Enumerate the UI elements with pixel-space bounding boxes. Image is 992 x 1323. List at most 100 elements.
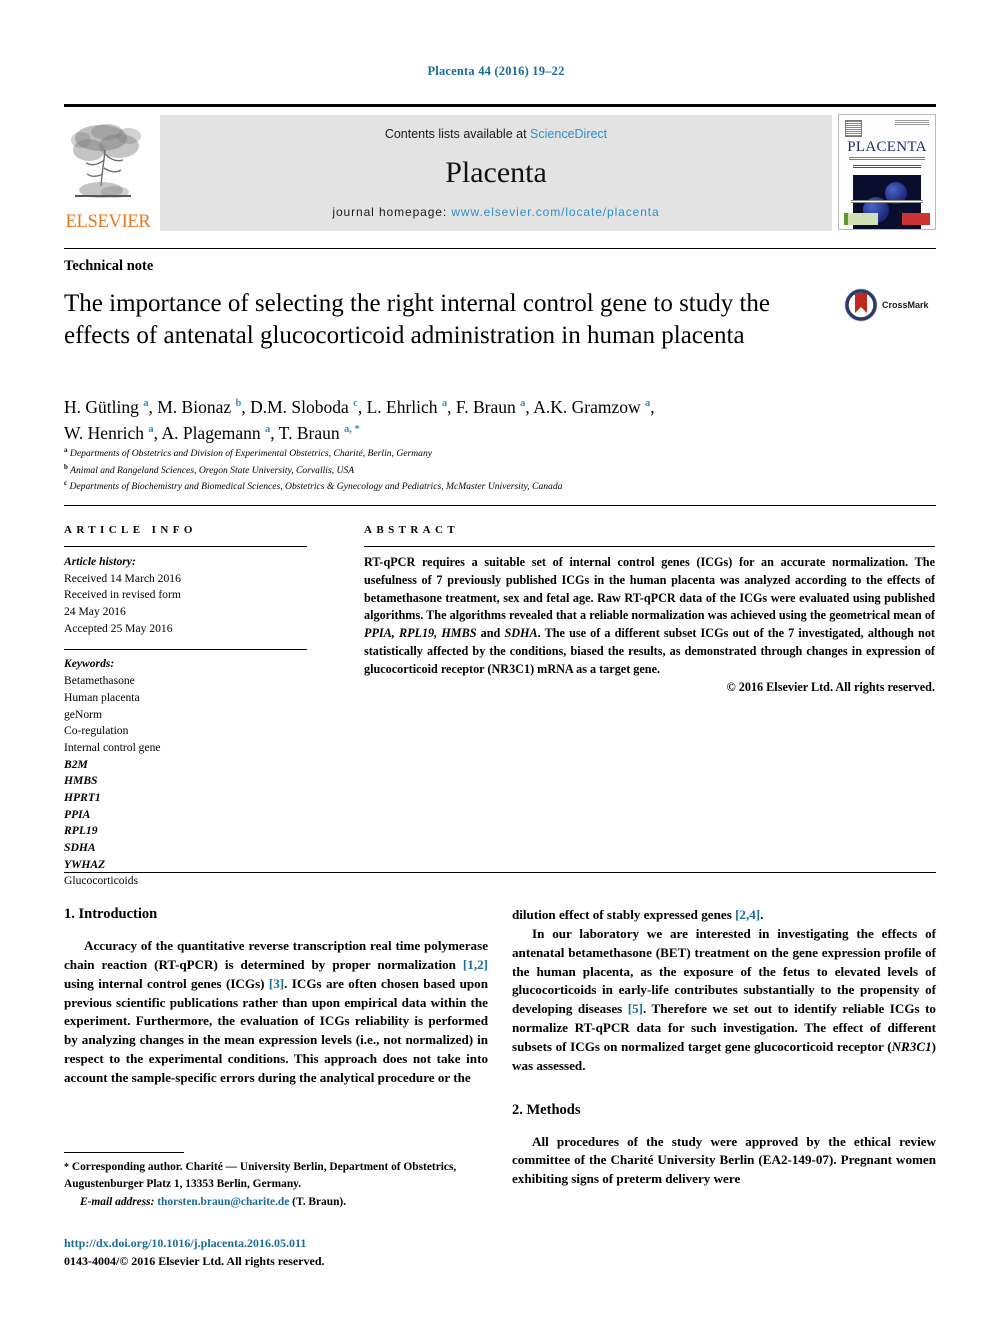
citation-link[interactable]: [2,4] <box>735 907 760 922</box>
cover-logo-left <box>844 213 878 225</box>
homepage-prefix: journal homepage: <box>332 205 448 219</box>
author-name: M. Bionaz <box>157 397 236 417</box>
title-divider <box>64 248 936 249</box>
paper-page: Placenta 44 (2016) 19–22 ELSEVIER Conten… <box>0 0 992 1323</box>
author-name: D.M. Sloboda <box>250 397 354 417</box>
running-head: Placenta 44 (2016) 19–22 <box>427 64 565 78</box>
author-line-1: H. Gütling a, M. Bionaz b, D.M. Sloboda … <box>64 397 655 417</box>
keyword-item: B2M <box>64 757 88 771</box>
author-name: L. Ehrlich <box>366 397 442 417</box>
intro-paragraph-1-continued: dilution effect of stably expressed gene… <box>512 906 936 925</box>
abstract-text: RT-qPCR requires a suitable set of inter… <box>364 554 935 678</box>
abstract-part-2: and <box>476 626 505 640</box>
author-affiliation-marker: b <box>235 398 242 410</box>
email-note: E-mail address: thorsten.braun@charite.d… <box>64 1194 488 1211</box>
intro-p1-a: Accuracy of the quantitative reverse tra… <box>64 938 488 972</box>
keywords-head: Keywords: <box>64 657 115 671</box>
article-history-item: Received in revised form <box>64 588 181 602</box>
abstract-divider <box>64 505 936 506</box>
keyword-item: Betamethasone <box>64 674 135 688</box>
abstract-genes-1: PPIA, RPL19, HMBS <box>364 626 477 640</box>
cover-footer <box>844 213 930 225</box>
journal-masthead: ELSEVIER Contents lists available at Sci… <box>64 104 936 233</box>
keywords-list: Betamethasone Human placenta geNorm Co-regu… <box>64 673 307 890</box>
section-heading-introduction: 1. Introduction <box>64 906 158 922</box>
author-affiliation-marker: a <box>264 424 271 436</box>
citation-link[interactable]: [1,2] <box>463 957 488 972</box>
email-link[interactable]: thorsten.braun@charite.de <box>157 1196 289 1208</box>
body-column-left: 1. Introduction Accuracy of the quantita… <box>64 906 488 1088</box>
contents-prefix: Contents lists available at <box>384 127 527 141</box>
citation-link[interactable]: [5] <box>628 1001 643 1016</box>
keyword-item: HPRT1 <box>64 790 101 804</box>
doi-block: http://dx.doi.org/10.1016/j.placenta.201… <box>64 1234 564 1270</box>
issn-copyright-line: 0143-4004/© 2016 Elsevier Ltd. All right… <box>64 1254 325 1268</box>
journal-homepage-line: journal homepage: www.elsevier.com/locat… <box>332 205 659 219</box>
intro-paragraph-2: In our laboratory we are interested in i… <box>512 925 936 1076</box>
author-affiliation-marker: a, * <box>343 424 360 436</box>
elsevier-wordmark: ELSEVIER <box>65 211 151 232</box>
author-name: A. Plagemann <box>161 423 265 444</box>
footnote-block: * Corresponding author. Charité — Univer… <box>64 1152 488 1211</box>
article-history: Article history: Received 14 March 2016 … <box>64 554 307 637</box>
author-affiliation-marker: a <box>148 424 154 436</box>
cover-issn-text <box>895 120 929 125</box>
keyword-item: YWHAZ <box>64 857 106 871</box>
contents-lists-line: Contents lists available at ScienceDirec… <box>385 127 607 141</box>
abstract-genes-2: SDHA <box>504 626 538 640</box>
author-affiliation-marker: a <box>441 398 448 410</box>
abstract-label: ABSTRACT <box>364 524 460 536</box>
author-affiliation-marker: a <box>520 398 526 410</box>
affiliation-item: b Animal and Rangeland Sciences, Oregon … <box>64 462 934 479</box>
author-affiliation-marker: c <box>353 398 358 410</box>
keyword-item: Human placenta <box>64 690 140 704</box>
doi-link[interactable]: http://dx.doi.org/10.1016/j.placenta.201… <box>64 1234 564 1252</box>
sciencedirect-link[interactable]: ScienceDirect <box>530 127 607 141</box>
keyword-item: Internal control gene <box>64 740 161 754</box>
cover-logo-right <box>902 213 930 225</box>
intro-p1-tail: dilution effect of stably expressed gene… <box>512 907 736 922</box>
page-title: The importance of selecting the right in… <box>64 290 771 349</box>
intro-p1-d: . <box>760 907 764 922</box>
cover-publisher-mark <box>845 120 862 137</box>
article-type-label: Technical note <box>64 258 154 274</box>
author-name: H. Gütling <box>64 397 144 417</box>
affiliation-marker: b <box>64 462 68 471</box>
crossmark-label: CrossMark <box>882 300 929 310</box>
author-affiliation-marker: a <box>143 398 149 410</box>
abstract-rule <box>364 546 935 547</box>
cover-top-bar <box>845 120 929 137</box>
keyword-item: SDHA <box>64 841 96 854</box>
crossmark-badge[interactable]: CrossMark <box>844 288 936 322</box>
corresponding-author-text: Corresponding author. Charité — Universi… <box>64 1161 457 1190</box>
author-line-2: W. Henrich a, A. Plagemann a, T. Braun a… <box>64 423 360 444</box>
article-history-item: Accepted 25 May 2016 <box>64 621 173 635</box>
article-info-label: ARTICLE INFO <box>64 524 197 536</box>
article-history-item: Received 14 March 2016 <box>64 571 181 585</box>
affiliation-list: a Departments of Obstetrics and Division… <box>64 445 934 495</box>
abstract-part-1: RT-qPCR requires a suitable set of inter… <box>364 555 935 623</box>
author-list: H. Gütling a, M. Bionaz b, D.M. Sloboda … <box>64 394 894 447</box>
keywords-rule <box>64 649 307 651</box>
masthead-center-panel: Contents lists available at ScienceDirec… <box>160 115 832 231</box>
journal-homepage-link[interactable]: www.elsevier.com/locate/placenta <box>451 205 659 219</box>
email-suffix: (T. Braun). <box>289 1196 347 1209</box>
affiliation-item: c Departments of Biochemistry and Biomed… <box>64 478 934 495</box>
intro-p2-gene: NR3C1 <box>891 1038 932 1054</box>
citation-link[interactable]: [3] <box>269 976 284 991</box>
body-divider <box>64 872 936 873</box>
abstract-copyright: © 2016 Elsevier Ltd. All rights reserved… <box>726 680 935 695</box>
corresponding-author-note: * Corresponding author. Charité — Univer… <box>64 1159 488 1192</box>
keyword-item: Co-regulation <box>64 724 129 738</box>
elsevier-tree-icon <box>71 123 141 198</box>
article-info-column: ARTICLE INFO Article history: Received 1… <box>64 524 307 890</box>
email-label: E-mail address: <box>80 1196 155 1209</box>
abstract-column: ABSTRACT RT-qPCR requires a suitable set… <box>364 524 935 695</box>
affiliation-item: a Departments of Obstetrics and Division… <box>64 445 934 462</box>
methods-paragraph-1: All procedures of the study were approve… <box>512 1133 936 1187</box>
article-history-head: Article history: <box>64 555 136 568</box>
intro-p1-c: . ICGs are often chosen based upon previ… <box>64 975 488 1085</box>
elsevier-logo: ELSEVIER <box>64 111 152 233</box>
keyword-item: geNorm <box>64 707 102 721</box>
affiliation-text: Departments of Obstetrics and Division o… <box>69 448 433 460</box>
